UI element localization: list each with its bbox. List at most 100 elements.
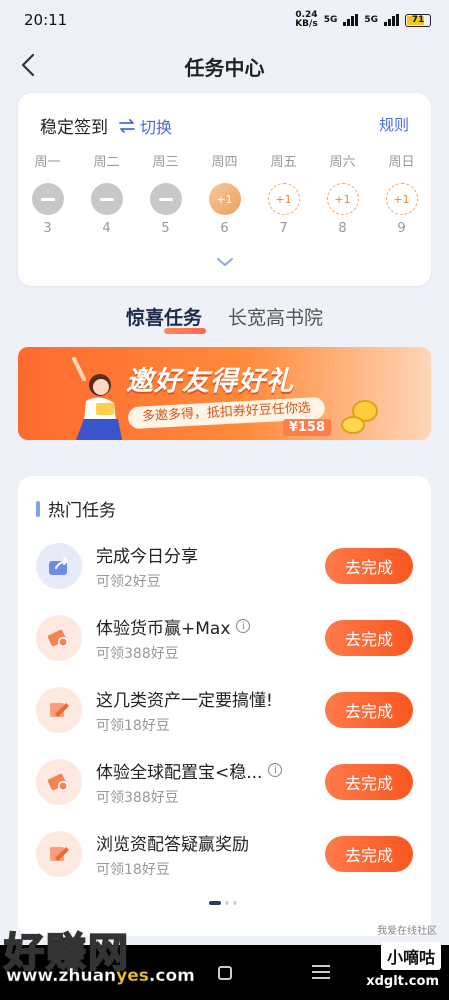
page-dot [209, 901, 221, 905]
signin-day: 周日 +1 9 [372, 151, 431, 236]
status-bar: 20:11 0.24 KB/s 5G 5G 71 [0, 0, 449, 40]
task-reward: 可领388好豆 [96, 645, 179, 662]
date-label: 9 [397, 221, 406, 236]
task-text: 这几类资产一定要搞懂! 可领18好豆 [96, 686, 325, 735]
pencil-icon [36, 687, 82, 733]
banner-title: 邀好友得好礼 [126, 366, 294, 397]
menu-icon[interactable] [312, 965, 330, 979]
task-row: 浏览资配答疑赢奖励 可领18好豆 去完成 [36, 824, 413, 884]
switch-button[interactable]: 切换 [118, 114, 172, 138]
task-text: 体验全球配置宝<稳... i 可领388好豆 [96, 758, 325, 807]
tab-surprise-tasks[interactable]: 惊喜任务 [126, 303, 206, 334]
info-icon[interactable]: i [268, 763, 283, 777]
home-square-icon[interactable] [218, 966, 232, 980]
back-arrow-icon[interactable] [16, 52, 42, 78]
weekday-label: 周五 [270, 155, 297, 170]
signin-day: 周四 +1 6 [195, 151, 254, 236]
signin-day: 周五 +1 7 [254, 151, 313, 236]
task-name: 完成今日分享 [96, 546, 198, 567]
signin-title: 稳定签到 [40, 118, 108, 138]
tab-academy[interactable]: 长宽高书院 [228, 303, 323, 330]
weekday-label: 周三 [152, 155, 179, 170]
section-accent-bar [36, 500, 40, 517]
signin-header: 稳定签到 切换 [40, 113, 172, 139]
rules-link[interactable]: 规则 [379, 114, 409, 135]
task-row: 完成今日分享 可领2好豆 去完成 [36, 536, 413, 596]
signin-day: 周一 3 [18, 151, 77, 236]
task-row: 体验全球配置宝<稳... i 可领388好豆 去完成 [36, 752, 413, 812]
swap-icon [119, 118, 135, 133]
reward-label: +1 [275, 192, 292, 206]
signin-days: 周一 3 周二 4 周三 5 周四 +1 6 周五 +1 7 周六 +1 8 周日 +1 9 [18, 151, 431, 236]
tab-underline [163, 328, 206, 334]
date-label: 3 [43, 221, 52, 236]
share-icon [36, 543, 82, 589]
nav-bar: 任务中心 [0, 40, 449, 92]
signin-circle: +1 [326, 183, 359, 215]
task-name: 这几类资产一定要搞懂! [96, 690, 273, 711]
pencil-icon [36, 831, 82, 877]
network-speed: 0.24 KB/s [295, 10, 318, 29]
date-label: 5 [161, 221, 170, 236]
weekday-label: 周二 [93, 155, 120, 170]
signin-card: 稳定签到 切换 规则 周一 3 周二 4 周三 5 周四 +1 6 周五 +1 7 周六 +1 8 周日 +1 9 [18, 93, 431, 286]
task-text: 体验货币赢+Max i 可领388好豆 [96, 614, 325, 663]
task-name: 浏览资配答疑赢奖励 [96, 834, 249, 855]
sim1-label: 5G [323, 15, 338, 25]
task-reward: 可领2好豆 [96, 573, 161, 590]
complete-task-button[interactable]: 去完成 [325, 620, 413, 656]
weekday-label: 周六 [329, 155, 356, 170]
info-icon[interactable]: i [236, 619, 251, 633]
person-illustration-icon [72, 357, 122, 440]
status-time: 20:11 [24, 11, 68, 29]
task-row: 体验货币赢+Max i 可领388好豆 去完成 [36, 608, 413, 668]
watermark-site-url: www.zhuanyes.com [6, 966, 195, 987]
complete-task-button[interactable]: 去完成 [325, 548, 413, 584]
task-name: 体验货币赢+Max i [96, 614, 325, 639]
sim2-label: 5G [364, 15, 378, 25]
hot-tasks-header: 热门任务 [36, 496, 116, 521]
coins-icon [341, 400, 378, 434]
reward-label: +1 [393, 192, 410, 206]
task-reward: 可领388好豆 [96, 789, 179, 806]
signin-circle[interactable]: +1 [208, 183, 241, 215]
invite-banner[interactable]: 邀好友得好礼 多邀多得，抵扣券好豆任你选 ¥158 [18, 347, 431, 440]
signin-day: 周六 +1 8 [313, 151, 372, 236]
reward-label: +1 [216, 192, 233, 206]
date-label: 7 [279, 221, 288, 236]
task-text: 完成今日分享可领2好豆 [96, 542, 325, 591]
complete-task-button[interactable]: 去完成 [325, 692, 413, 728]
weekday-label: 周一 [34, 155, 61, 170]
task-tabs: 惊喜任务 长宽高书院 [0, 303, 449, 334]
task-reward: 可领18好豆 [96, 861, 170, 878]
watermark-domain: xdglt.com [366, 974, 439, 989]
date-label: 6 [220, 221, 229, 236]
hot-tasks-card: 热门任务 完成今日分享 可领2好豆 去完成 体验货币赢+Max i 可领388好豆 去完成这… [18, 476, 431, 936]
signal-icon [384, 14, 399, 26]
page-dot [233, 901, 237, 905]
complete-task-button[interactable]: 去完成 [325, 836, 413, 872]
signin-circle: +1 [385, 183, 418, 215]
ticket-icon [36, 615, 82, 661]
task-name: 体验全球配置宝<稳... i [96, 758, 325, 783]
signin-day: 周三 5 [136, 151, 195, 236]
battery-icon: 71 [405, 13, 431, 27]
watermark-badge: 小嘀咕 [380, 942, 441, 970]
hot-tasks-title: 热门任务 [48, 501, 116, 521]
page-title: 任务中心 [184, 55, 265, 80]
task-text: 浏览资配答疑赢奖励可领18好豆 [96, 830, 325, 879]
weekday-label: 周四 [211, 155, 238, 170]
chevron-down-icon[interactable] [216, 256, 234, 268]
complete-task-button[interactable]: 去完成 [325, 764, 413, 800]
signin-circle [31, 183, 64, 215]
task-row: 这几类资产一定要搞懂! 可领18好豆 去完成 [36, 680, 413, 740]
date-label: 8 [338, 221, 347, 236]
banner-price-tag: ¥158 [282, 419, 331, 436]
signin-circle [149, 183, 182, 215]
signal-icon [343, 14, 359, 26]
page-indicator [209, 901, 237, 905]
signin-circle [90, 183, 123, 215]
weekday-label: 周日 [388, 155, 415, 170]
page-dot [225, 901, 229, 905]
watermark-community: 我爱在线社区 [377, 926, 437, 937]
